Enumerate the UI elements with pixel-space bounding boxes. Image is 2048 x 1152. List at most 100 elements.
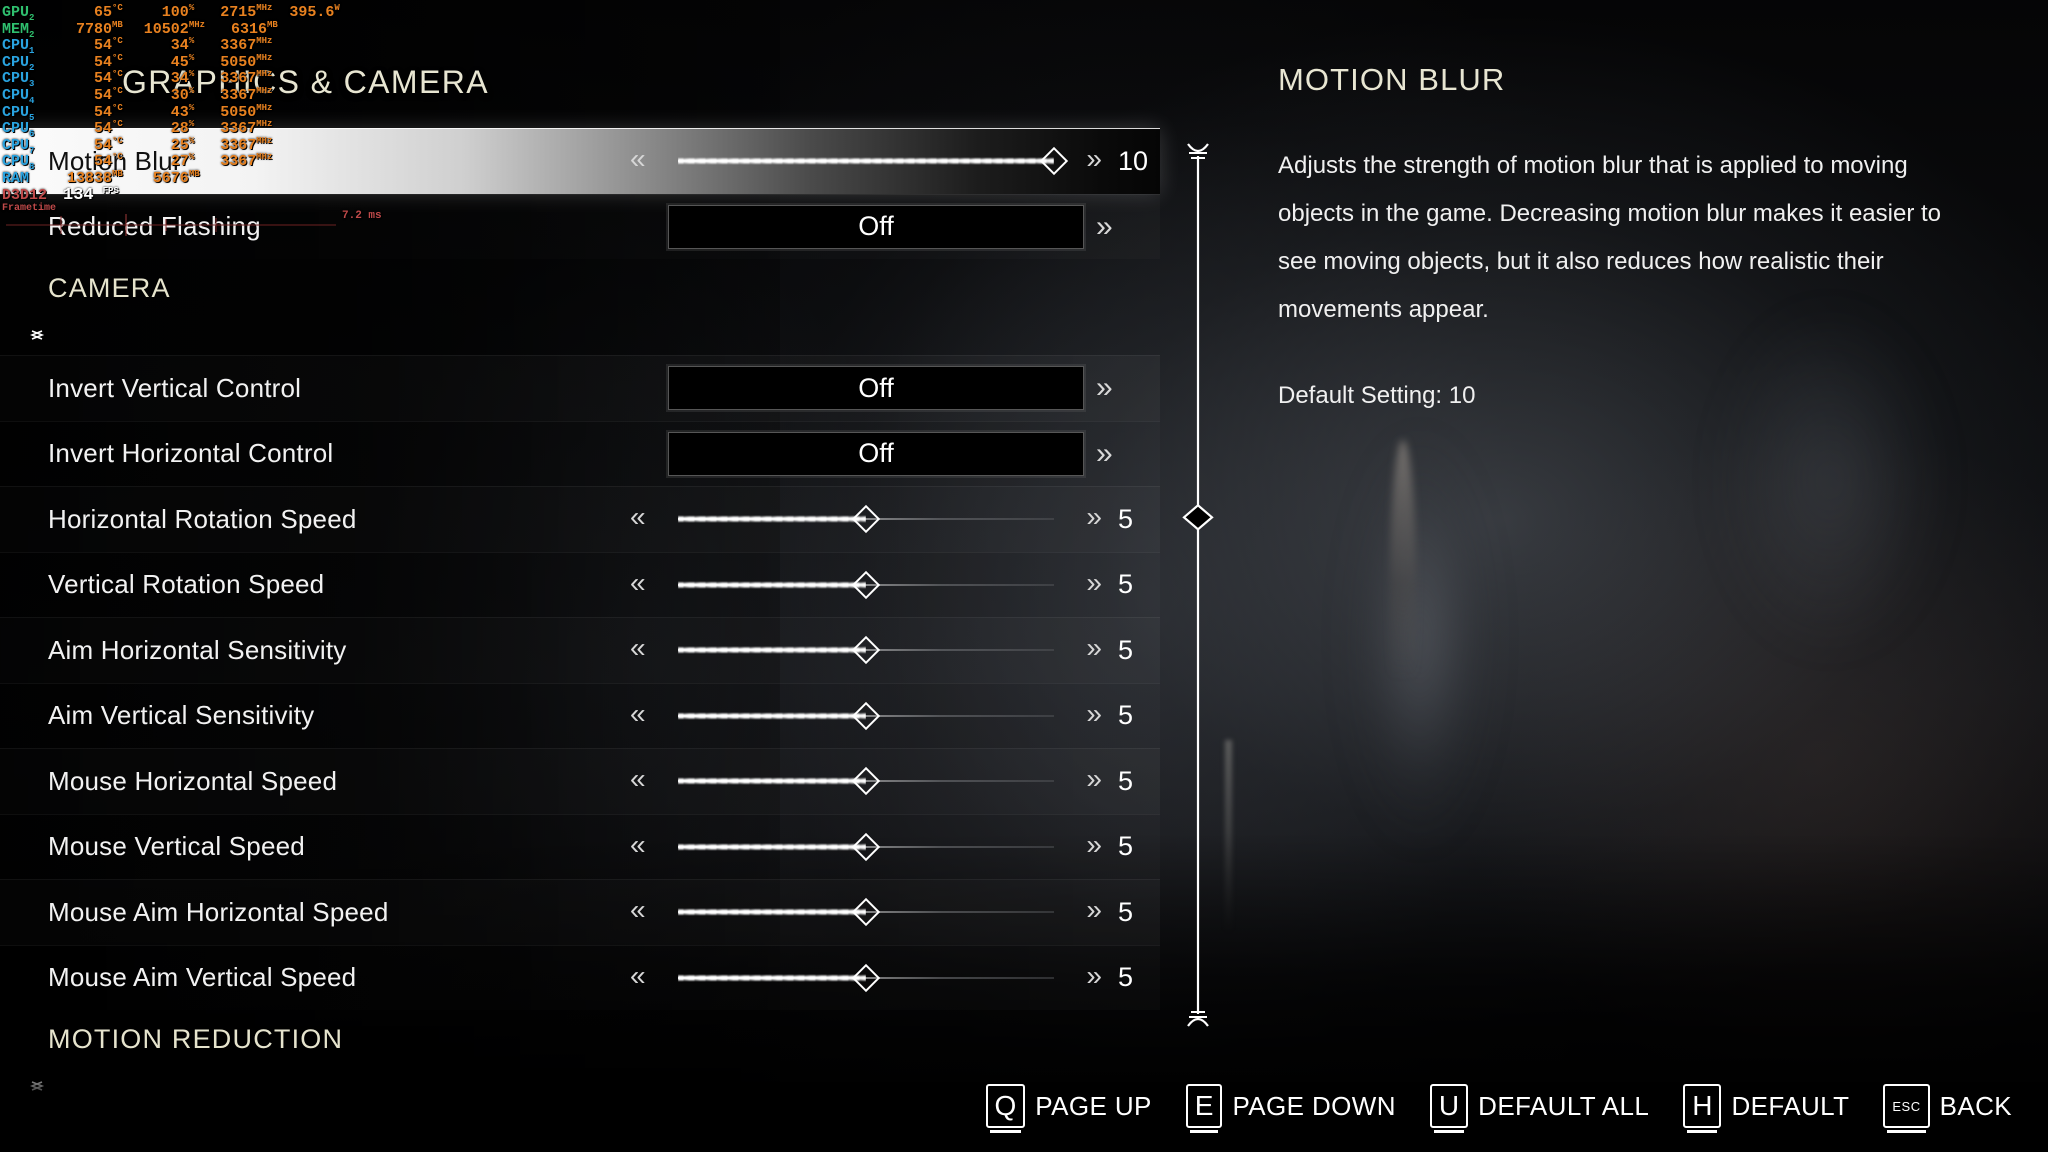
- setting-label: Mouse Horizontal Speed: [48, 765, 338, 796]
- slider-track[interactable]: [678, 636, 1054, 665]
- chevron-left-icon[interactable]: «: [630, 765, 646, 793]
- chevron-right-icon[interactable]: »: [1086, 830, 1102, 859]
- key-hint-page-up[interactable]: Q PAGE UP: [985, 1084, 1152, 1133]
- slider-track[interactable]: [678, 147, 1069, 176]
- setting-row-mouse-aim-vertical[interactable]: Mouse Aim Vertical Speed «» 5: [0, 944, 1160, 1010]
- toggle-control[interactable]: Off: [668, 431, 1084, 476]
- slider-control[interactable]: «»: [630, 829, 1102, 865]
- chevron-left-icon[interactable]: «: [630, 634, 646, 662]
- settings-scrollbar[interactable]: [1180, 142, 1216, 1028]
- setting-label: Mouse Aim Vertical Speed: [48, 962, 357, 993]
- slider-control[interactable]: «»: [630, 567, 1102, 603]
- chevron-right-icon[interactable]: »: [1086, 765, 1102, 793]
- chevron-left-icon[interactable]: «: [630, 830, 646, 859]
- hud-unit: MHz: [256, 3, 273, 13]
- slider-thumb[interactable]: [1039, 147, 1069, 176]
- keycap-u[interactable]: U: [1429, 1084, 1469, 1133]
- slider-thumb[interactable]: [851, 570, 881, 599]
- scrollbar-thumb[interactable]: [1182, 503, 1214, 531]
- keycap-esc[interactable]: ESC: [1883, 1084, 1930, 1133]
- chevron-left-icon[interactable]: «: [630, 961, 646, 990]
- slider-track-fill: [678, 646, 866, 655]
- hud-row-cpu2: CPU2 54°C 45% 5050MHz: [2, 50, 340, 73]
- toggle-value[interactable]: Off: [668, 431, 1084, 476]
- setting-row-aim-horizontal[interactable]: Aim Horizontal Sensitivity «» 5: [0, 617, 1160, 683]
- hud-unit: °C: [112, 102, 123, 113]
- setting-row-mouse-horizontal[interactable]: Mouse Horizontal Speed «» 5: [0, 748, 1160, 814]
- chevron-left-icon[interactable]: «: [630, 503, 646, 531]
- key-hint-default[interactable]: H DEFAULT: [1683, 1084, 1849, 1133]
- setting-row-invert-vertical[interactable]: Invert Vertical Control Off »: [0, 355, 1160, 421]
- chevron-left-icon[interactable]: «: [630, 568, 646, 597]
- toggle-value[interactable]: Off: [668, 204, 1084, 249]
- slider-control[interactable]: «»: [630, 501, 1102, 537]
- setting-row-vertical-rotation[interactable]: Vertical Rotation Speed «» 5: [0, 551, 1160, 617]
- setting-row-aim-vertical[interactable]: Aim Vertical Sensitivity «» 5: [0, 682, 1160, 748]
- chevron-right-icon[interactable]: »: [1096, 373, 1113, 403]
- toggle-value[interactable]: Off: [668, 366, 1084, 411]
- chevron-right-icon[interactable]: »: [1096, 438, 1113, 469]
- setting-row-invert-horizontal[interactable]: Invert Horizontal Control Off »: [0, 420, 1160, 486]
- chevron-left-icon[interactable]: «: [630, 699, 646, 728]
- slider-thumb[interactable]: [851, 505, 881, 534]
- hud-unit: °C: [112, 69, 123, 80]
- hud-unit: W: [334, 3, 340, 13]
- slider-control[interactable]: «»: [630, 143, 1102, 179]
- key-hint-page-down[interactable]: E PAGE DOWN: [1185, 1084, 1396, 1133]
- toggle-control[interactable]: Off: [668, 204, 1084, 249]
- chevron-right-icon[interactable]: »: [1086, 145, 1102, 173]
- slider-track[interactable]: [678, 832, 1054, 861]
- slider-track-fill: [678, 580, 866, 589]
- chevron-left-icon[interactable]: «: [630, 145, 646, 173]
- key-hint-back[interactable]: ESC BACK: [1883, 1084, 2012, 1133]
- slider-thumb[interactable]: [851, 701, 881, 730]
- hud-unit: °C: [112, 3, 123, 13]
- chevron-right-icon[interactable]: »: [1086, 503, 1102, 531]
- frametime-value: 7.2 ms: [342, 210, 382, 222]
- chevron-right-icon[interactable]: »: [1096, 211, 1113, 242]
- chevron-right-icon[interactable]: »: [1086, 568, 1102, 597]
- setting-label: Invert Vertical Control: [48, 372, 302, 403]
- chevron-left-icon[interactable]: «: [630, 896, 646, 924]
- slider-track[interactable]: [678, 505, 1054, 534]
- hud-row-cpu8: CPU8 54°C 27% 3367MHz: [2, 149, 340, 172]
- slider-thumb[interactable]: [851, 963, 881, 992]
- setting-row-mouse-vertical[interactable]: Mouse Vertical Speed «» 5: [0, 813, 1160, 879]
- slider-control[interactable]: «»: [630, 763, 1102, 799]
- setting-label: Aim Vertical Sensitivity: [48, 700, 315, 731]
- key-hint-default-all[interactable]: U DEFAULT ALL: [1429, 1084, 1649, 1133]
- slider-control[interactable]: «»: [630, 632, 1102, 668]
- frametime-graph: [6, 214, 336, 236]
- slider-value: 5: [1118, 896, 1134, 927]
- background-rock-formation: [1330, 380, 1510, 900]
- setting-row-mouse-aim-horizontal[interactable]: Mouse Aim Horizontal Speed «» 5: [0, 879, 1160, 945]
- settings-list: Motion Blur «» 10 Reduced Flashing Off» CAMER…: [0, 128, 1160, 1106]
- slider-track[interactable]: [678, 767, 1054, 796]
- slider-track[interactable]: [678, 570, 1054, 599]
- keycap-h[interactable]: H: [1683, 1084, 1722, 1133]
- hud-row-cpu5: CPU5 54°C 43% 5050MHz: [2, 100, 340, 123]
- keycap-e[interactable]: E: [1185, 1084, 1223, 1133]
- slider-track[interactable]: [678, 701, 1054, 730]
- chevron-right-icon[interactable]: »: [1086, 961, 1102, 990]
- slider-track-fill: [678, 711, 866, 720]
- slider-thumb[interactable]: [851, 767, 881, 796]
- chevron-right-icon[interactable]: »: [1086, 896, 1102, 924]
- setting-row-horizontal-rotation[interactable]: Horizontal Rotation Speed «» 5: [0, 486, 1160, 552]
- hud-unit: MHz: [256, 102, 273, 113]
- slider-thumb[interactable]: [851, 832, 881, 861]
- slider-track[interactable]: [678, 898, 1054, 927]
- slider-control[interactable]: «»: [630, 960, 1102, 996]
- slider-thumb[interactable]: [851, 636, 881, 665]
- slider-track[interactable]: [678, 963, 1054, 992]
- chevron-right-icon[interactable]: »: [1086, 699, 1102, 728]
- slider-control[interactable]: «»: [630, 698, 1102, 734]
- toggle-control[interactable]: Off: [668, 366, 1084, 411]
- hud-unit: MHz: [256, 152, 273, 163]
- chevron-right-icon[interactable]: »: [1086, 634, 1102, 662]
- slider-thumb[interactable]: [851, 898, 881, 927]
- slider-control[interactable]: «»: [630, 894, 1102, 930]
- keycap-q[interactable]: Q: [985, 1084, 1026, 1133]
- hud-row-cpu1: CPU1 54°C 34% 3367MHz: [2, 33, 340, 56]
- hud-unit: MHz: [188, 19, 206, 30]
